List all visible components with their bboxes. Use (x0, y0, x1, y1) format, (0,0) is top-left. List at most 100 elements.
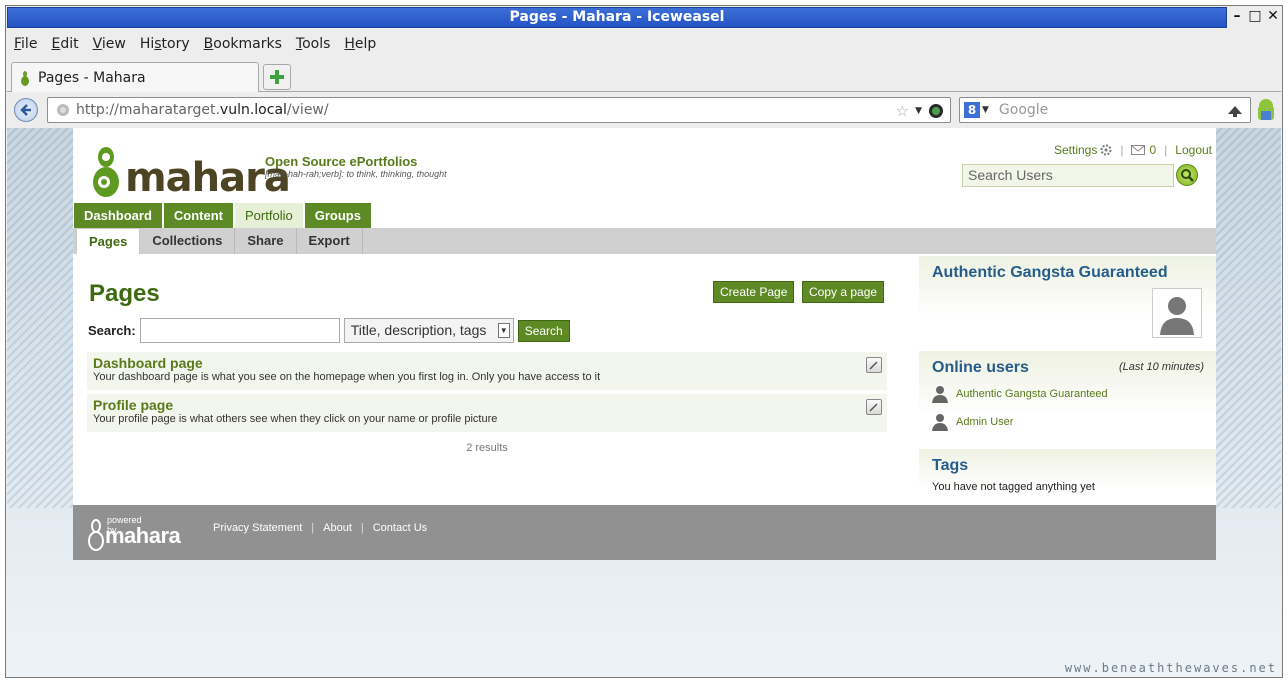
separator: | (1120, 143, 1124, 157)
online-users-hint: (Last 10 minutes) (1119, 361, 1204, 373)
dropdown-arrow-icon[interactable]: ▼ (915, 106, 922, 116)
url-bar-icons: ☆ ▼ (896, 102, 944, 120)
contact-link[interactable]: Contact Us (373, 522, 427, 534)
mahara-page: mahara Open Source ePortfolios [mah-hah-… (73, 128, 1216, 560)
reload-icon[interactable] (928, 103, 944, 119)
online-user-item[interactable]: Admin User (932, 413, 1013, 431)
koru-footer-icon (88, 519, 104, 551)
tags-empty-message: You have not tagged anything yet (932, 481, 1095, 493)
window-controls: – □ ✕ (1230, 8, 1280, 24)
search-button[interactable]: Search (517, 319, 570, 342)
nav-dashboard[interactable]: Dashboard (74, 203, 162, 229)
url-path: /view/ (286, 102, 329, 118)
watermark: www.beneaththewaves.net (1064, 661, 1277, 675)
main-navigation: Dashboard Content Portfolio Groups (74, 203, 371, 229)
separator: | (311, 522, 315, 534)
user-silhouette-icon (1160, 297, 1194, 335)
url-host: vuln.local (219, 102, 287, 118)
page-viewport: mahara Open Source ePortfolios [mah-hah-… (7, 128, 1281, 677)
subnav-pages[interactable]: Pages (76, 228, 141, 254)
avatar[interactable] (1152, 288, 1202, 338)
create-page-button[interactable]: Create Page (713, 281, 795, 303)
subnav-share[interactable]: Share (235, 228, 297, 254)
search-icon (1181, 169, 1194, 182)
back-button[interactable] (14, 98, 38, 122)
engine-dropdown-icon[interactable]: ▼ (982, 105, 989, 115)
edit-icon[interactable] (866, 357, 882, 373)
subnav-collections[interactable]: Collections (140, 228, 236, 254)
user-icon (932, 414, 948, 431)
about-link[interactable]: About (323, 522, 352, 534)
privacy-link[interactable]: Privacy Statement (213, 522, 302, 534)
url-scheme: http://maharatarget. (76, 102, 220, 118)
tab-label: Pages - Mahara (38, 69, 146, 86)
online-user-item[interactable]: Authentic Gangsta Guaranteed (932, 385, 1108, 403)
maximize-icon[interactable]: □ (1248, 8, 1262, 24)
page-footer: powered by mahara Privacy Statement | Ab… (73, 505, 1216, 560)
online-users-block: Online users (Last 10 minutes) Authentic… (919, 351, 1216, 444)
result-title[interactable]: Profile page (93, 394, 887, 413)
web-search-bar[interactable]: 8 ▼ Google (959, 97, 1251, 123)
menu-view[interactable]: View (86, 33, 133, 55)
search-go-icon[interactable] (1226, 102, 1244, 118)
logout-link[interactable]: Logout (1175, 143, 1212, 157)
mahara-logo[interactable]: mahara (91, 140, 291, 198)
search-engine-icon[interactable]: 8 (964, 102, 980, 118)
edit-icon[interactable] (866, 399, 882, 415)
window-titlebar[interactable]: Pages - Mahara - Iceweasel (7, 7, 1227, 28)
tags-block: Tags You have not tagged anything yet (919, 449, 1216, 505)
search-scope-select[interactable]: Title, description, tags ▼ (343, 318, 514, 343)
koru-logo-icon (93, 147, 119, 197)
menu-help[interactable]: Help (337, 33, 383, 55)
user-search-input[interactable]: Search Users (962, 164, 1174, 187)
back-arrow-icon (20, 104, 31, 116)
list-item: Profile page Your profile page is what o… (87, 394, 887, 432)
footer-links: Privacy Statement | About | Contact Us (213, 522, 427, 534)
bookmark-star-icon[interactable]: ☆ (896, 102, 909, 120)
separator: | (1164, 143, 1168, 157)
menu-file[interactable]: File (7, 33, 44, 55)
close-icon[interactable]: ✕ (1266, 8, 1280, 24)
menu-tools[interactable]: Tools (289, 33, 338, 55)
envelope-icon[interactable] (1131, 145, 1146, 155)
separator: | (360, 522, 364, 534)
globe-icon (57, 104, 69, 116)
user-search-button[interactable] (1176, 164, 1198, 186)
menu-bookmarks[interactable]: Bookmarks (197, 33, 289, 55)
new-tab-button[interactable] (263, 64, 291, 90)
copy-page-button[interactable]: Copy a page (802, 281, 885, 303)
profile-name[interactable]: Authentic Gangsta Guaranteed (932, 264, 1216, 282)
web-search-placeholder: Google (998, 102, 1049, 118)
subnav-export[interactable]: Export (297, 228, 363, 254)
nav-portfolio[interactable]: Portfolio (235, 203, 303, 229)
menu-edit[interactable]: Edit (44, 33, 85, 55)
result-description: Your dashboard page is what you see on t… (93, 371, 601, 383)
menu-history[interactable]: History (133, 33, 197, 55)
footer-logo-wordmark: mahara (105, 523, 181, 548)
settings-link[interactable]: Settings (1054, 143, 1097, 157)
online-user-name[interactable]: Admin User (956, 416, 1013, 428)
nav-groups[interactable]: Groups (304, 203, 371, 229)
url-bar[interactable]: http://maharatarget. vuln.local/view/ ☆ ▼ (47, 97, 951, 123)
result-count: 2 results (466, 442, 508, 454)
tab-strip: Pages - Mahara (7, 60, 1281, 92)
android-addon-icon[interactable] (1255, 98, 1277, 122)
site-tagline: Open Source ePortfolios [mah-hah-rah;ver… (265, 154, 447, 179)
result-title[interactable]: Dashboard page (93, 352, 887, 371)
tab-pages-mahara[interactable]: Pages - Mahara (11, 62, 259, 92)
nav-content[interactable]: Content (163, 203, 234, 229)
list-item: Dashboard page Your dashboard page is wh… (87, 352, 887, 390)
sub-navigation: Pages Collections Share Export (73, 228, 1216, 254)
navigation-bar: http://maharatarget. vuln.local/view/ ☆ ▼… (7, 93, 1281, 127)
chevron-down-icon[interactable]: ▼ (497, 323, 510, 338)
window-title: Pages - Mahara - Iceweasel (509, 9, 725, 25)
tagline-sub: [mah-hah-rah;verb]: to think, thinking, … (265, 169, 447, 179)
tagline-main: Open Source ePortfolios (265, 154, 418, 169)
search-label: Search: (88, 323, 136, 338)
minimize-icon[interactable]: – (1230, 8, 1244, 24)
page-search-input[interactable] (139, 318, 340, 343)
user-icon (932, 386, 948, 403)
online-user-name[interactable]: Authentic Gangsta Guaranteed (956, 388, 1108, 400)
inbox-count[interactable]: 0 (1149, 143, 1156, 157)
gear-icon[interactable] (1100, 144, 1112, 156)
